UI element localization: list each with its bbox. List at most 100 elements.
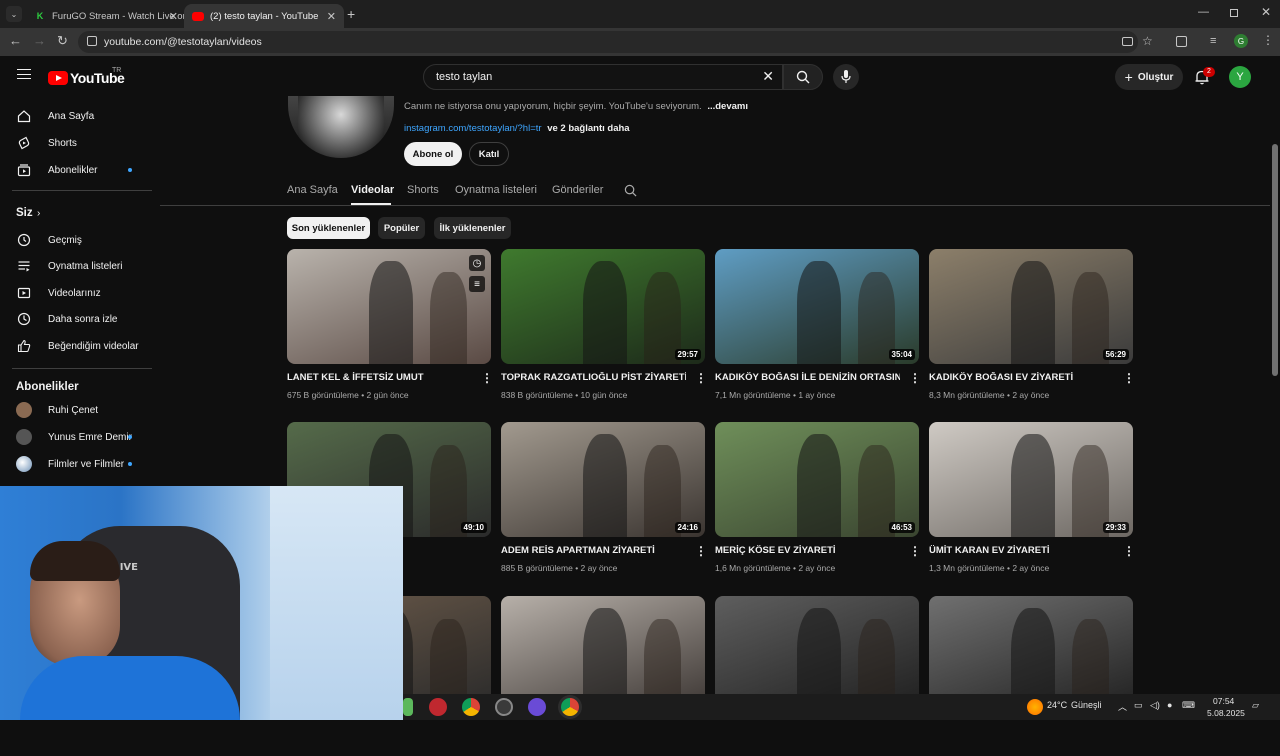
sidebar-sub-filmler-ve-filmler[interactable]: Filmler ve Filmler [0, 451, 152, 477]
search-button[interactable] [783, 64, 823, 90]
chip-popular[interactable]: Popüler [378, 217, 425, 239]
keyboard-icon[interactable]: ⌨ [1182, 700, 1195, 711]
close-tab-icon[interactable]: ✕ [169, 10, 178, 23]
search-input[interactable]: testo taylan ✕ [423, 64, 783, 90]
video-card[interactable]: ◷ ≡ LANET KEL & İFFETSİZ UMUT 675 B görüntü… [287, 249, 493, 409]
video-title[interactable]: TOPRAK RAZGATLIOĞLU PİST ZİYARETİ [501, 372, 686, 383]
profile-avatar[interactable]: G [1234, 34, 1248, 48]
taskbar-app-icon[interactable] [429, 698, 447, 716]
chip-latest[interactable]: Son yüklenenler [287, 217, 370, 239]
install-icon[interactable] [1122, 37, 1133, 46]
chrome-taskbar-icon[interactable] [561, 698, 579, 716]
video-card[interactable]: 56:29 KADIKÖY BOĞASI EV ZİYARETİ 8,3 Mn gö… [929, 249, 1135, 409]
browser-menu-icon[interactable]: ⋮ [1262, 33, 1274, 47]
menu-hamburger-icon[interactable] [17, 69, 31, 79]
scrollbar-thumb[interactable] [1272, 144, 1278, 376]
video-menu-icon[interactable]: ⋮ [1123, 544, 1135, 558]
video-menu-icon[interactable]: ⋮ [695, 544, 707, 558]
tab-furugo[interactable]: K FuruGO Stream - Watch Live on ✕ [26, 4, 186, 28]
reload-icon[interactable]: ↻ [57, 33, 68, 49]
volume-icon[interactable]: ◁) [1150, 700, 1160, 711]
url-field[interactable]: youtube.com/@testotaylan/videos [78, 31, 1138, 53]
tray-chevron-icon[interactable]: ︿ [1118, 700, 1127, 713]
video-title[interactable]: MERİÇ KÖSE EV ZİYARETİ [715, 545, 900, 556]
more-link[interactable]: ...devamı [707, 101, 748, 112]
sidebar-item-home[interactable]: Ana Sayfa [0, 103, 152, 129]
network-icon[interactable]: ▭ [1134, 700, 1143, 711]
video-card[interactable]: 29:33 ÜMİT KARAN EV ZİYARETİ 1,3 Mn görünt… [929, 422, 1135, 582]
chrome-taskbar-icon[interactable] [462, 698, 480, 716]
sidebar-sub-ruhi-cenet[interactable]: Ruhi Çenet [0, 397, 152, 423]
video-card[interactable]: 29:57 TOPRAK RAZGATLIOĞLU PİST ZİYARETİ 83… [501, 249, 707, 409]
media-controls-icon[interactable]: ≡ [1210, 35, 1216, 47]
bookmark-star-icon[interactable]: ☆ [1142, 34, 1153, 48]
video-title[interactable]: LANET KEL & İFFETSİZ UMUT [287, 372, 472, 383]
join-button[interactable]: Katıl [469, 142, 509, 166]
sidebar-item-liked-videos[interactable]: Beğendiğim videolar [0, 333, 152, 359]
sidebar-item-history[interactable]: Geçmiş [0, 227, 152, 253]
more-links[interactable]: ve 2 bağlantı daha [547, 123, 629, 134]
video-card[interactable] [501, 596, 705, 756]
add-to-queue-icon[interactable]: ≡ [469, 276, 485, 292]
video-menu-icon[interactable]: ⋮ [695, 371, 707, 385]
clock-date[interactable]: 5.08.2025 [1207, 708, 1245, 718]
channel-banner-avatar[interactable] [288, 96, 394, 158]
mic-tray-icon[interactable]: ● [1167, 700, 1172, 710]
sidebar-item-playlists[interactable]: Oynatma listeleri [0, 253, 152, 279]
tab-home[interactable]: Ana Sayfa [287, 184, 338, 196]
watch-later-icon[interactable]: ◷ [469, 255, 485, 271]
video-thumbnail[interactable]: 56:29 [929, 249, 1133, 364]
create-button[interactable]: + Oluştur [1115, 64, 1183, 90]
restore-icon[interactable] [1230, 9, 1238, 17]
instagram-link[interactable]: instagram.com/testotaylan/?hl=tr [404, 123, 542, 134]
chip-oldest[interactable]: İlk yüklenenler [434, 217, 511, 239]
video-thumbnail[interactable]: 35:04 [715, 249, 919, 364]
tab-youtube[interactable]: (2) testo taylan - YouTube ✕ [184, 4, 344, 28]
subscribe-button[interactable]: Abone ol [404, 142, 462, 166]
video-thumbnail[interactable]: 24:16 [501, 422, 705, 537]
sidebar-item-shorts[interactable]: Shorts [0, 130, 152, 156]
taskbar-app-icon[interactable] [528, 698, 546, 716]
taskbar-app-icon[interactable] [403, 698, 413, 716]
video-card[interactable] [929, 596, 1133, 756]
sidebar-item-your-videos[interactable]: Videolarınız [0, 280, 152, 306]
close-tab-icon[interactable]: ✕ [327, 10, 336, 23]
site-info-icon[interactable] [87, 36, 97, 46]
video-card[interactable]: 24:16 ADEM REİS APARTMAN ZİYARETİ 885 B gö… [501, 422, 707, 582]
weather-icon[interactable] [1027, 699, 1043, 715]
video-thumbnail[interactable]: 29:33 [929, 422, 1133, 537]
video-title[interactable]: KADIKÖY BOĞASI İLE DENİZİN ORTASINDA [715, 372, 900, 383]
new-tab-icon[interactable]: + [347, 6, 355, 22]
tab-posts[interactable]: Gönderiler [552, 184, 603, 196]
video-title[interactable]: ADEM REİS APARTMAN ZİYARETİ [501, 545, 686, 556]
tab-shorts[interactable]: Shorts [407, 184, 439, 196]
voice-search-button[interactable] [833, 64, 859, 90]
channel-search-icon[interactable] [624, 184, 637, 197]
sidebar-sub-yunus-emre-demir[interactable]: Yunus Emre Demir [0, 424, 152, 450]
taskbar-app-icon[interactable] [495, 698, 513, 716]
video-card[interactable]: 35:04 KADIKÖY BOĞASI İLE DENİZİN ORTASIND… [715, 249, 921, 409]
video-thumbnail[interactable]: 46:53 [715, 422, 919, 537]
video-menu-icon[interactable]: ⋮ [1123, 371, 1135, 385]
sidebar-item-subscriptions[interactable]: Abonelikler [0, 157, 152, 183]
video-menu-icon[interactable]: ⋮ [481, 371, 493, 385]
sidebar-item-watch-later[interactable]: Daha sonra izle [0, 306, 152, 332]
video-title[interactable]: KADIKÖY BOĞASI EV ZİYARETİ [929, 372, 1114, 383]
video-menu-icon[interactable]: ⋮ [909, 371, 921, 385]
close-window-icon[interactable]: ✕ [1261, 5, 1271, 19]
tab-playlists[interactable]: Oynatma listeleri [455, 184, 537, 196]
notifications-tray-icon[interactable]: ▱ [1252, 700, 1259, 711]
video-card[interactable]: 46:53 MERİÇ KÖSE EV ZİYARETİ 1,6 Mn görünt… [715, 422, 921, 582]
forward-icon[interactable]: → [33, 33, 46, 48]
extensions-icon[interactable] [1176, 36, 1187, 47]
tab-videos[interactable]: Videolar [351, 184, 394, 196]
account-avatar[interactable]: Y [1229, 66, 1251, 88]
video-menu-icon[interactable]: ⋮ [909, 544, 921, 558]
minimize-icon[interactable]: — [1198, 6, 1209, 18]
clock-time[interactable]: 07:54 [1213, 696, 1234, 706]
video-title[interactable]: ÜMİT KARAN EV ZİYARETİ [929, 545, 1114, 556]
video-card[interactable] [715, 596, 919, 756]
video-thumbnail[interactable]: 29:57 [501, 249, 705, 364]
tab-list-icon[interactable]: ⌄ [6, 6, 22, 22]
back-icon[interactable]: ← [9, 33, 22, 48]
